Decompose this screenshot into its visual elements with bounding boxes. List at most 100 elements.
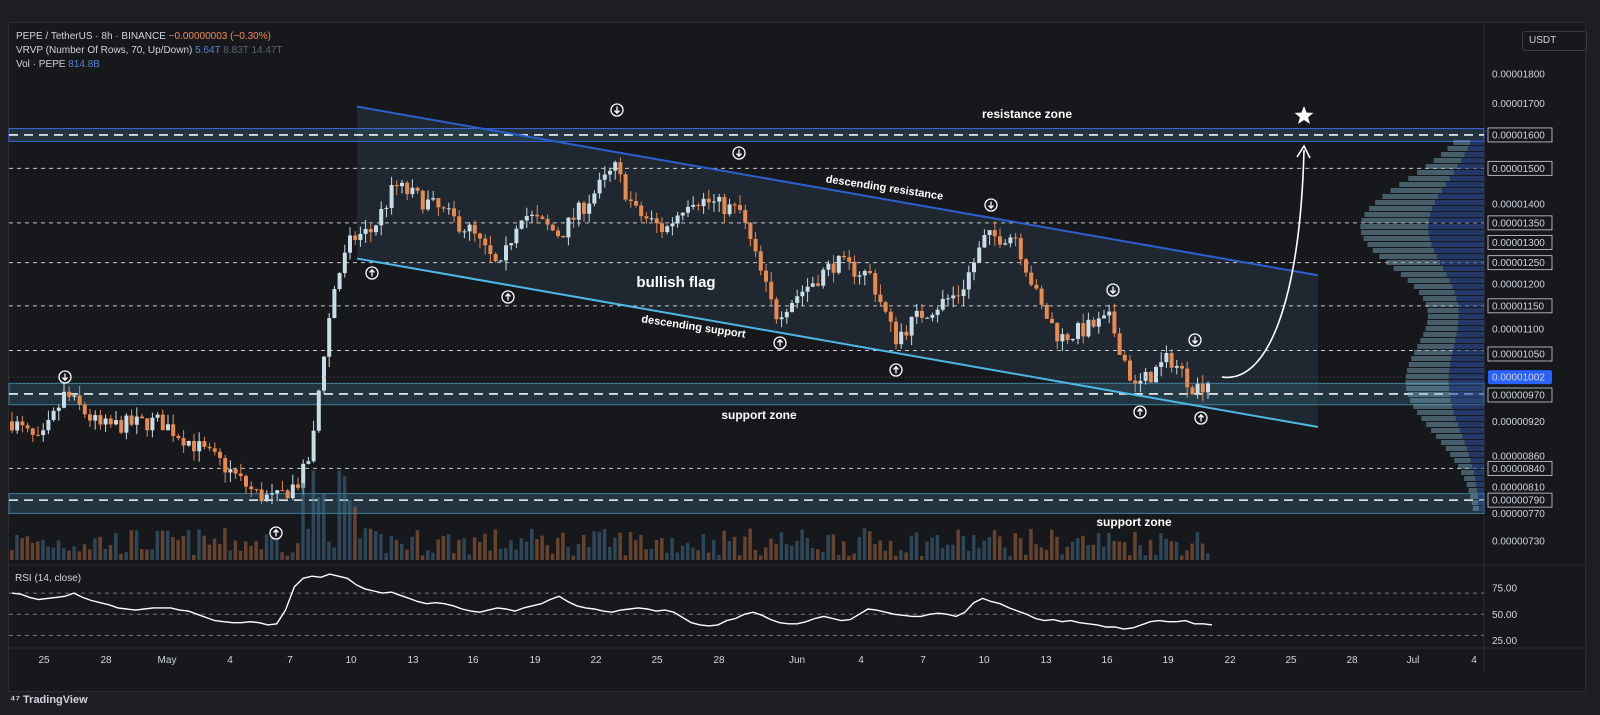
candle-body	[10, 421, 14, 431]
candle-body	[1034, 284, 1039, 289]
price-axis-label: 0.00000840	[1492, 464, 1545, 475]
volume-bar	[940, 548, 945, 560]
volume-bar	[670, 537, 674, 560]
volume-bar	[852, 553, 856, 560]
volume-line[interactable]: Vol · PEPE 814.8B	[16, 58, 283, 72]
candle-body	[550, 224, 555, 231]
volume-profile-bar	[1453, 170, 1484, 175]
volume-profile-bar	[1427, 314, 1459, 319]
candle-body	[946, 298, 950, 300]
volume-profile-bar	[1434, 200, 1484, 205]
tradingview-logo[interactable]: ⁴⁷ TradingView	[10, 694, 88, 706]
volume-profile-bar	[1367, 242, 1432, 247]
volume-bar	[530, 528, 534, 560]
symbol-line[interactable]: PEPE / TetherUS · 8h · BINANCE −0.000000…	[16, 30, 283, 44]
volume-bar	[1143, 555, 1148, 560]
volume-bar	[514, 549, 518, 560]
candle-body	[966, 272, 971, 290]
volume-bar	[186, 530, 191, 560]
volume-profile-bar	[1361, 218, 1429, 223]
volume-bar	[727, 541, 732, 560]
price-axis-label: 0.00000810	[1492, 483, 1545, 494]
candle-body	[748, 222, 753, 239]
currency-selector[interactable]: USDT	[1522, 31, 1587, 51]
volume-profile-bar	[1458, 314, 1484, 319]
candle-body	[197, 441, 202, 452]
volume-profile-bar	[1408, 362, 1451, 367]
volume-bar	[82, 544, 87, 560]
volume-profile-bar	[1472, 506, 1479, 511]
volume-bar	[264, 534, 269, 560]
volume-bar	[774, 543, 778, 560]
volume-bar	[873, 544, 877, 560]
candle-body	[930, 314, 935, 318]
volume-profile-bar	[1369, 206, 1433, 211]
volume-bar	[966, 550, 971, 560]
volume-bar	[878, 540, 882, 560]
volume-bar	[628, 532, 633, 560]
candle-body	[764, 270, 768, 282]
time-axis-label: 13	[407, 655, 419, 666]
tradingview-window: bullish flag resistance zone support zone s…	[0, 0, 1600, 715]
volume-profile-bar	[1433, 158, 1462, 163]
icon-arrow	[369, 268, 375, 277]
candle-body	[644, 216, 649, 219]
candle-body	[46, 419, 51, 431]
volume-bar	[129, 530, 134, 560]
volume-profile-bar	[1375, 200, 1435, 205]
volume-profile-bar	[1425, 164, 1458, 169]
candle-body	[415, 187, 420, 191]
volume-bar	[457, 539, 461, 560]
candle-body	[441, 207, 446, 209]
candle-body	[223, 458, 228, 473]
symbol-text: PEPE / TetherUS · 8h · BINANCE	[16, 31, 169, 42]
candle-body	[1091, 319, 1096, 327]
candle-body	[1112, 311, 1117, 334]
volume-profile-bar	[1464, 476, 1476, 481]
volume-bar	[327, 541, 331, 560]
volume-bar	[212, 538, 217, 560]
volume-bar	[1029, 528, 1033, 560]
candle-body	[446, 208, 451, 210]
volume-profile-bar	[1458, 320, 1484, 325]
volume-bar	[358, 538, 362, 560]
candle-body	[561, 235, 566, 238]
volume-bar	[925, 541, 929, 560]
candle-body	[826, 263, 831, 270]
volume-bar	[285, 555, 290, 560]
volume-bar	[114, 533, 118, 560]
candle-body	[56, 407, 61, 411]
candle-body	[576, 202, 581, 220]
candle-body	[639, 205, 644, 217]
candle-body	[88, 414, 92, 421]
candle-body	[186, 440, 191, 446]
vrvp-line[interactable]: VRVP (Number Of Rows, 70, Up/Down) 5.64T…	[16, 44, 283, 58]
candle-body	[712, 201, 716, 203]
volume-profile-bar	[1425, 326, 1458, 331]
candle-body	[821, 269, 826, 286]
candle-body	[72, 395, 77, 397]
volume-bar	[171, 536, 175, 560]
candle-body	[524, 215, 529, 221]
volume-profile-bar	[1457, 326, 1484, 331]
volume-bar	[342, 476, 347, 560]
icon-arrow	[1198, 413, 1204, 422]
candle-body	[389, 185, 394, 208]
rsi-label: RSI (14, close)	[15, 573, 81, 584]
arrow-up-circle-icon	[1133, 405, 1147, 419]
time-axis-label: May	[158, 655, 177, 666]
volume-profile-bar	[1390, 188, 1442, 193]
arrow-up-circle-icon	[365, 266, 379, 280]
volume-profile-bar	[1457, 422, 1484, 427]
volume-bar	[810, 547, 815, 560]
price-axis-label: 0.00000970	[1492, 391, 1545, 402]
volume-bar	[842, 541, 846, 560]
candle-body	[405, 182, 410, 195]
candle-body	[977, 247, 982, 263]
volume-bar	[119, 553, 123, 560]
volume-bar	[103, 548, 108, 560]
support-zone-label-2: support zone	[1096, 515, 1172, 529]
volume-bar	[951, 544, 955, 560]
icon-arrow	[273, 528, 279, 537]
candle-body	[660, 223, 664, 233]
